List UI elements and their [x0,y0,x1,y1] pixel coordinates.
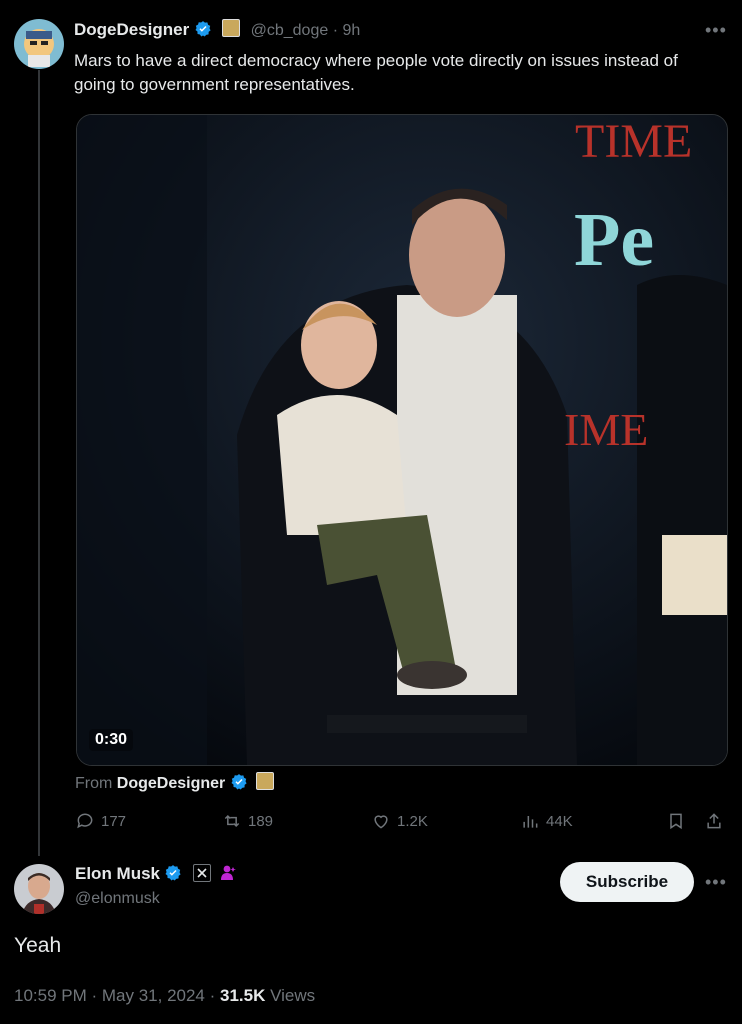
subscribe-button[interactable]: Subscribe [560,862,694,902]
share-button[interactable] [704,811,724,831]
dogedesigner-avatar[interactable] [14,19,64,69]
main-text: Yeah [14,934,62,957]
reply-icon [77,813,93,829]
share-icon [707,813,721,829]
from-label: From [75,775,113,792]
affiliate-doge-icon[interactable] [222,19,241,37]
quoted-text: Mars to have a direct democracy where pe… [74,51,678,94]
verified-icon [194,20,212,38]
sign-top-text: TIME [575,115,692,168]
repost-button[interactable]: 189 [222,811,273,831]
reply-button[interactable]: 177 [75,811,126,831]
more-icon[interactable]: ••• [705,20,727,41]
repost-count: 189 [248,812,274,830]
bookmark-icon [670,813,682,830]
quoted-time[interactable]: 9h [342,22,360,39]
sign-big-text: Pe [574,198,654,282]
like-icon [374,815,388,829]
main-handle[interactable]: @elonmusk [75,890,160,908]
timestamp[interactable]: 10:59 PM · May 31, 2024 · [14,986,215,1005]
verified-icon [230,773,248,791]
views-icon [523,816,538,828]
elonmusk-avatar[interactable] [14,864,64,914]
timestamp-line: 10:59 PM · May 31, 2024 · 31.5K Views [14,986,315,1006]
purple-person-icon[interactable] [219,864,237,882]
more-icon[interactable]: ••• [705,872,727,893]
main-display-name[interactable]: Elon Musk [75,864,160,883]
video-duration: 0:30 [89,729,134,751]
views-label: Views [270,986,316,1005]
quoted-handle[interactable]: @cb_doge [251,22,329,39]
separator: · [332,22,339,39]
affiliate-doge-icon[interactable] [256,772,275,790]
video-frame: TIME Pe IME [77,115,727,765]
from-line: From DogeDesigner [75,772,275,793]
thread-line [38,70,40,856]
x-affiliate-icon[interactable] [192,864,211,882]
views-button[interactable]: 44K [520,811,573,831]
reply-count: 177 [101,812,127,830]
repost-icon [224,814,240,828]
like-count: 1.2K [397,812,428,830]
verified-icon [164,864,182,882]
quoted-header: DogeDesigner @cb_doge · 9h [74,19,360,40]
quoted-display-name[interactable]: DogeDesigner [74,20,189,39]
sign-mid-text: IME [564,404,648,455]
bookmark-button[interactable] [666,811,686,831]
views-count: 44K [546,812,573,830]
like-button[interactable]: 1.2K [371,811,428,831]
from-name[interactable]: DogeDesigner [117,775,225,792]
views-total: 31.5K [220,986,266,1005]
video-player[interactable]: TIME Pe IME 0:30 [76,114,728,766]
main-header: Elon Musk [75,864,237,884]
